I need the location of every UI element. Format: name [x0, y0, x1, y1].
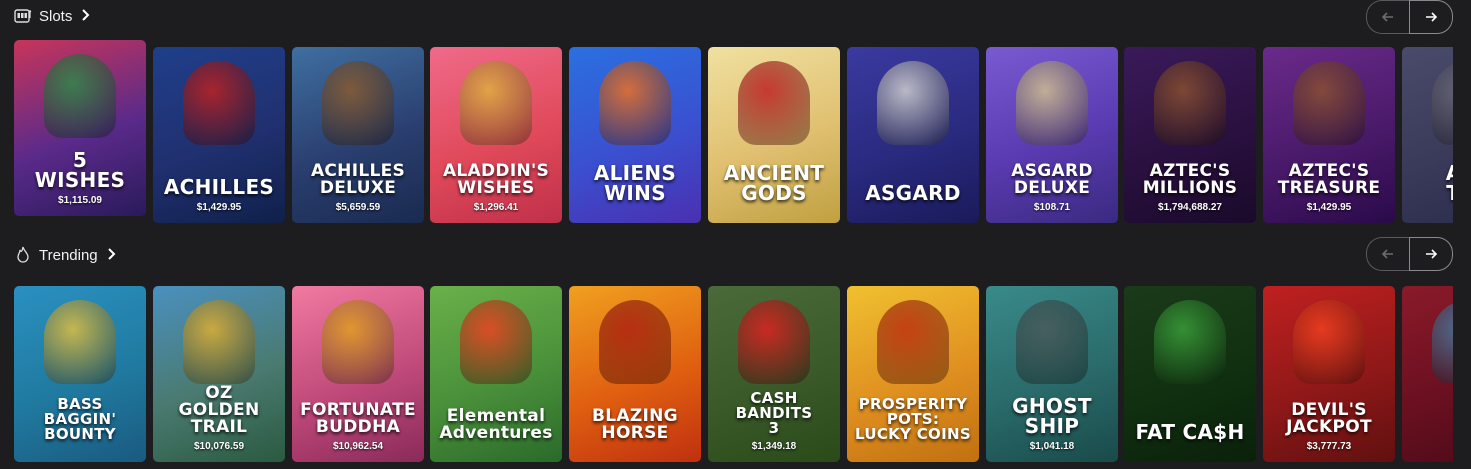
game-tile[interactable]: GHOST SHIP $1,041.18 — [986, 286, 1118, 462]
trending-title: Trending — [39, 246, 98, 264]
arrow-right-icon — [1426, 249, 1437, 259]
game-title: ANCIENT GODS — [723, 161, 825, 205]
game-tile[interactable]: ALIENS WINS — [569, 47, 701, 223]
game-tile[interactable]: PROSPERITY POTS: LUCKY COINS — [847, 286, 979, 462]
jackpot-amount: $3,777.73 — [1306, 441, 1352, 452]
jackpot-amount: $5,659.59 — [335, 202, 381, 213]
game-title: ALIENS WINS — [593, 161, 677, 205]
slots-prev-button[interactable] — [1366, 0, 1409, 34]
jackpot-amount: $1,794,688.27 — [1158, 202, 1222, 213]
arrow-left-icon — [1382, 249, 1393, 259]
game-tile[interactable]: DEVIL'S JACKPOT $3,777.73 — [1263, 286, 1395, 462]
jackpot-amount: $1,429.95 — [196, 202, 242, 213]
game-tile[interactable]: ASGARD — [847, 47, 979, 223]
game-tile[interactable]: AZTEC'S TREASURE $1,429.95 — [1263, 47, 1395, 223]
slots-next-button[interactable] — [1409, 0, 1453, 34]
jackpot-amount: $1,115.09 — [58, 195, 102, 206]
game-title: PROSPERITY POTS: LUCKY COINS — [855, 395, 971, 443]
game-title: KE — [1406, 422, 1453, 442]
trending-carousel-nav — [1366, 237, 1453, 271]
game-tile[interactable]: ASGARD DELUXE $108.71 — [986, 47, 1118, 223]
game-title: DEVIL'S JACKPOT — [1286, 400, 1372, 437]
game-title: CASH BANDITS 3 — [735, 389, 813, 437]
game-title: ACHILLES DELUXE — [310, 161, 406, 198]
game-title: BASS BAGGIN' BOUNTY — [43, 395, 117, 443]
game-title: FAT CA$H — [1135, 420, 1245, 444]
game-title: ASGARD — [865, 181, 961, 205]
jackpot-amount: $10,962.54 — [332, 441, 384, 452]
game-title: Elemental Adventures — [439, 406, 553, 443]
trending-header-link[interactable]: Trending — [14, 244, 116, 266]
game-title: ASGARD DELUXE — [1011, 161, 1093, 198]
game-title: ACHILLES — [163, 175, 275, 199]
game-tile[interactable]: KE — [1402, 286, 1453, 462]
trending-next-button[interactable] — [1409, 237, 1453, 271]
game-title: OZ GOLDEN TRAIL — [178, 383, 260, 437]
game-tile[interactable]: FAT CA$H — [1124, 286, 1256, 462]
game-title: FORTUNATE BUDDHA — [300, 400, 416, 437]
game-tile[interactable]: 5 WISHES $1,115.09 — [14, 40, 146, 216]
chevron-right-icon — [107, 247, 116, 264]
game-title: AZTEC'S MILLIONS — [1142, 161, 1238, 198]
jackpot-amount: $1,296.41 — [473, 202, 519, 213]
game-tile[interactable]: OZ GOLDEN TRAIL $10,076.59 — [153, 286, 285, 462]
game-title: GHOST SHIP — [1012, 394, 1092, 438]
game-title: AZTEC'S TREASURE — [1277, 161, 1381, 198]
trending-carousel: BASS BAGGIN' BOUNTY OZ GOLDEN TRAIL $10,07… — [14, 286, 1453, 462]
game-tile[interactable]: AZT TREFEATUR — [1402, 47, 1453, 223]
jackpot-amount: $10,076.59 — [193, 441, 245, 452]
slots-title: Slots — [39, 7, 73, 25]
slots-carousel-nav — [1366, 0, 1453, 34]
chevron-right-icon — [81, 8, 90, 25]
game-title: BLAZING HORSE — [592, 406, 678, 443]
game-tile[interactable]: AZTEC'S MILLIONS $1,794,688.27 — [1124, 47, 1256, 223]
slots-header-link[interactable]: Slots — [14, 5, 90, 27]
game-tile[interactable]: ACHILLES DELUXE $5,659.59 — [292, 47, 424, 223]
jackpot-amount: $1,041.18 — [1029, 441, 1075, 452]
slot-machine-icon — [14, 7, 32, 25]
game-subtitle: FEATUR — [1402, 188, 1453, 197]
slots-section: Slots 5 WISHES $1,115.09 ACHILLES $1,429.95… — [0, 0, 1471, 228]
jackpot-amount: $1,429.95 — [1306, 202, 1352, 213]
game-tile[interactable]: ACHILLES $1,429.95 — [153, 47, 285, 223]
trending-section: Trending BASS BAGGIN' BOUNTY OZ GOLDEN TR… — [0, 236, 1471, 469]
game-tile[interactable]: BASS BAGGIN' BOUNTY — [14, 286, 146, 462]
flame-icon — [14, 246, 32, 264]
game-title: 5 WISHES — [34, 148, 126, 192]
game-tile[interactable]: BLAZING HORSE — [569, 286, 701, 462]
game-tile[interactable]: Elemental Adventures — [430, 286, 562, 462]
trending-prev-button[interactable] — [1366, 237, 1409, 271]
game-title: AZT TRE — [1406, 163, 1453, 203]
jackpot-amount: $108.71 — [1033, 202, 1071, 213]
slots-carousel: 5 WISHES $1,115.09 ACHILLES $1,429.95 ACHILL… — [14, 40, 1453, 224]
game-tile[interactable]: FORTUNATE BUDDHA $10,962.54 — [292, 286, 424, 462]
arrow-left-icon — [1382, 12, 1393, 22]
game-tile[interactable]: CASH BANDITS 3 $1,349.18 — [708, 286, 840, 462]
jackpot-amount: $1,349.18 — [751, 441, 797, 452]
game-tile[interactable]: ALADDIN'S WISHES $1,296.41 — [430, 47, 562, 223]
game-tile[interactable]: ANCIENT GODS — [708, 47, 840, 223]
arrow-right-icon — [1426, 12, 1437, 22]
game-title: ALADDIN'S WISHES — [442, 161, 550, 198]
